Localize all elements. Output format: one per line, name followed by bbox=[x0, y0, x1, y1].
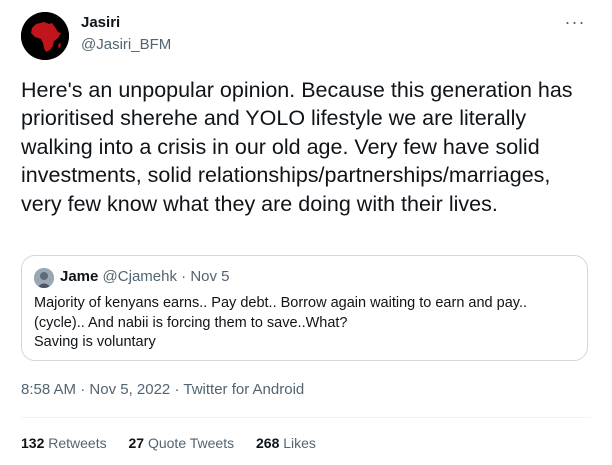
meta-separator: · bbox=[80, 381, 86, 398]
meta-separator: · bbox=[174, 381, 180, 398]
person-photo-icon bbox=[34, 268, 54, 288]
tweet: Jasiri @Jasiri_BFM ··· Here's an unpopul… bbox=[0, 0, 612, 465]
quote-tweets-count: 27 bbox=[128, 435, 145, 451]
retweets-label: Retweets bbox=[48, 435, 107, 451]
retweets-stat[interactable]: 132 Retweets bbox=[21, 435, 107, 451]
quote-author-name: Jame bbox=[60, 268, 99, 285]
quote-tweets-label: Quote Tweets bbox=[147, 435, 235, 451]
quote-author-avatar bbox=[34, 268, 54, 288]
divider bbox=[21, 417, 591, 418]
quote-text: Majority of kenyans earns.. Pay debt.. B… bbox=[34, 294, 574, 353]
quote-date: Nov 5 bbox=[190, 268, 230, 285]
tweet-text: Here's an unpopular opinion. Because thi… bbox=[21, 78, 573, 216]
retweets-count: 132 bbox=[21, 435, 45, 451]
quoted-tweet[interactable]: Jame @Cjamehk · Nov 5 Majority of kenyan… bbox=[21, 255, 588, 361]
quote-text-line: (cycle).. And nabii is forcing them to s… bbox=[34, 314, 348, 331]
engagement-stats: 132 Retweets 27 Quote Tweets 268 Likes bbox=[21, 435, 334, 451]
tweet-meta: 8:58 AM · Nov 5, 2022 · Twitter for Andr… bbox=[21, 381, 304, 398]
quote-text-line: Majority of kenyans earns.. Pay debt.. B… bbox=[34, 295, 527, 311]
africa-map-icon bbox=[21, 12, 69, 60]
quote-tweets-stat[interactable]: 27 Quote Tweets bbox=[129, 435, 235, 451]
author-avatar[interactable] bbox=[21, 12, 69, 60]
quote-separator: · bbox=[181, 268, 187, 285]
tweet-source[interactable]: Twitter for Android bbox=[183, 381, 304, 398]
quote-author-handle: @Cjamehk bbox=[102, 268, 177, 285]
likes-stat[interactable]: 268 Likes bbox=[256, 435, 316, 451]
author-handle[interactable]: @Jasiri_BFM bbox=[81, 36, 171, 53]
tweet-date[interactable]: Nov 5, 2022 bbox=[89, 381, 170, 398]
author-name[interactable]: Jasiri bbox=[81, 14, 120, 31]
likes-count: 268 bbox=[256, 435, 280, 451]
tweet-time[interactable]: 8:58 AM bbox=[21, 381, 76, 398]
quote-text-line: Saving is voluntary bbox=[34, 334, 156, 350]
likes-label: Likes bbox=[283, 435, 316, 451]
more-options-icon[interactable]: ··· bbox=[560, 12, 590, 32]
quote-header: Jame @Cjamehk · Nov 5 bbox=[60, 268, 230, 285]
